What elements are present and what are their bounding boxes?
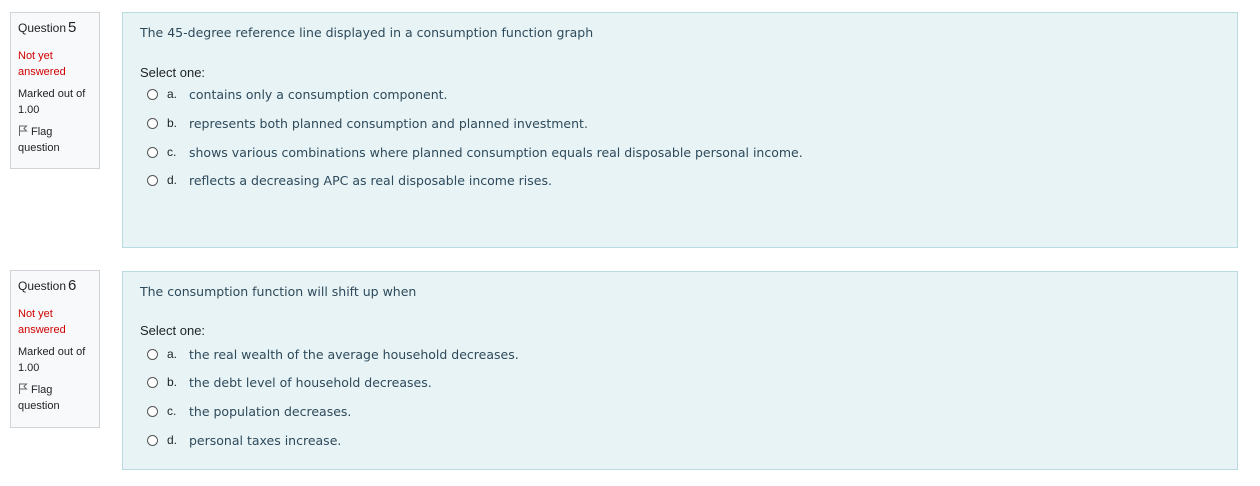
flag-icon	[19, 383, 28, 394]
question-heading: Question 6	[18, 277, 92, 294]
radio-icon[interactable]	[147, 146, 158, 158]
answer-option-d[interactable]: d. reflects a decreasing APC as real dis…	[147, 172, 552, 188]
option-text: the real wealth of the average household…	[189, 346, 519, 362]
answer-option-d[interactable]: d. personal taxes increase.	[147, 432, 341, 448]
question-label: Question	[18, 21, 67, 35]
answer-option-c[interactable]: c. the population decreases.	[147, 403, 351, 419]
question-marked: Marked out of 1.00	[18, 346, 86, 374]
option-letter: b.	[167, 375, 178, 389]
answer-option-b[interactable]: b. the debt level of household decreases…	[147, 374, 432, 390]
question-info-6: Question 6 Not yet answered Marked out of…	[10, 270, 100, 428]
question-content-5: The 45-degree reference line displayed i…	[122, 12, 1238, 248]
answer-option-c[interactable]: c. shows various combinations where plan…	[147, 144, 803, 160]
radio-icon[interactable]	[147, 117, 158, 129]
option-text: the debt level of household decreases.	[189, 374, 432, 390]
option-letter: c.	[167, 145, 177, 159]
radio-icon[interactable]	[147, 88, 158, 100]
option-text: reflects a decreasing APC as real dispos…	[189, 172, 552, 188]
answer-option-a[interactable]: a. the real wealth of the average househ…	[147, 346, 519, 362]
question-label: Question	[18, 279, 67, 293]
question-number: 5	[68, 19, 77, 36]
flag-question-link[interactable]: Flag question	[18, 124, 92, 156]
option-letter: d.	[167, 433, 178, 447]
option-letter: c.	[167, 404, 177, 418]
question-status: Not yet answered	[18, 50, 66, 78]
option-text: shows various combinations where planned…	[189, 144, 803, 160]
question-text: The consumption function will shift up w…	[140, 284, 417, 299]
radio-icon[interactable]	[147, 434, 158, 446]
radio-icon[interactable]	[147, 376, 158, 388]
option-text: the population decreases.	[189, 403, 352, 419]
question-status: Not yet answered	[18, 308, 66, 336]
option-letter: a.	[167, 347, 178, 361]
radio-icon[interactable]	[147, 174, 158, 186]
select-one-prompt: Select one:	[140, 65, 206, 80]
answer-option-b[interactable]: b. represents both planned consumption a…	[147, 115, 588, 131]
option-text: contains only a consumption component.	[189, 86, 448, 102]
option-letter: a.	[167, 87, 178, 101]
question-heading: Question 5	[18, 19, 92, 36]
question-marked: Marked out of 1.00	[18, 88, 86, 116]
question-text: The 45-degree reference line displayed i…	[140, 25, 594, 40]
flag-icon	[19, 125, 28, 136]
option-letter: b.	[167, 116, 178, 130]
question-number: 6	[68, 277, 77, 294]
option-text: personal taxes increase.	[189, 432, 342, 448]
question-content-6: The consumption function will shift up w…	[122, 271, 1238, 470]
option-letter: d.	[167, 173, 178, 187]
answer-option-a[interactable]: a. contains only a consumption component…	[147, 86, 448, 102]
question-info-5: Question 5 Not yet answered Marked out of…	[10, 12, 100, 169]
select-one-prompt: Select one:	[140, 323, 206, 338]
flag-question-link[interactable]: Flag question	[18, 382, 92, 414]
radio-icon[interactable]	[147, 405, 158, 417]
option-text: represents both planned consumption and …	[189, 115, 588, 131]
radio-icon[interactable]	[147, 348, 158, 360]
